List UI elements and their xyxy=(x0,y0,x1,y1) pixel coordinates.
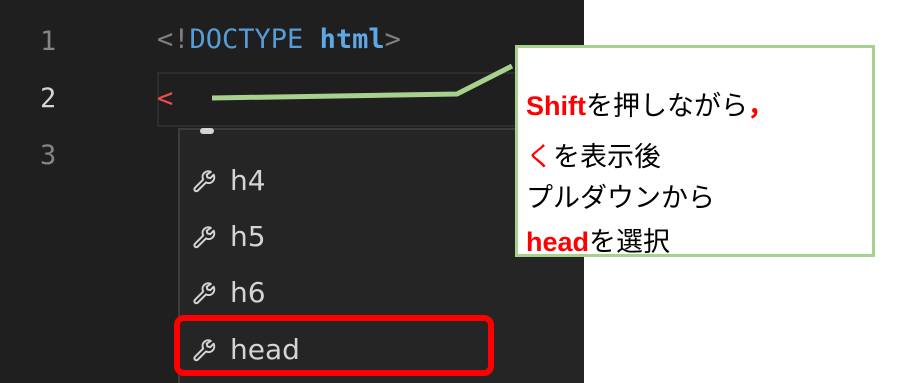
callout-text: を表示後 xyxy=(553,142,661,172)
tag-close-punct: > xyxy=(384,24,401,55)
shift-key-label: Shift xyxy=(526,91,586,121)
suggestion-label: h6 xyxy=(230,275,266,309)
html-keyword: html xyxy=(319,24,385,55)
head-highlight-box xyxy=(174,315,494,376)
suggestion-label: h5 xyxy=(230,219,266,253)
tag-open-punct: <! xyxy=(157,24,190,55)
callout-text: を選択 xyxy=(589,227,671,257)
line-number-2: 2 xyxy=(40,83,57,114)
suggestion-item-h5[interactable]: h5 xyxy=(190,210,266,262)
callout-line-4: headを選択 xyxy=(526,220,670,259)
wrench-icon xyxy=(193,170,216,193)
callout-pointer-line xyxy=(212,63,514,101)
callout-line-2: くを表示後 xyxy=(526,135,661,174)
line-number-3: 3 xyxy=(40,140,57,171)
comma-key-label: ， xyxy=(748,91,775,121)
wrench-icon xyxy=(193,282,216,305)
suggestion-item-h4[interactable]: h4 xyxy=(190,154,266,206)
code-line-1: <!DOCTYPE html> xyxy=(157,24,401,55)
typed-angle-bracket: < xyxy=(157,83,174,114)
head-label: head xyxy=(526,227,590,257)
suggestion-item-h6[interactable]: h6 xyxy=(190,266,266,318)
suggestion-label: h4 xyxy=(230,163,266,197)
doctype-keyword: DOCTYPE xyxy=(189,24,304,55)
wrench-icon xyxy=(193,226,216,249)
callout-line-3: プルダウンから xyxy=(526,183,715,213)
callout-line-1: Shiftを押しながら， xyxy=(526,84,775,123)
callout-text: を押しながら xyxy=(586,91,748,121)
line-number-1: 1 xyxy=(40,26,57,57)
scrolled-item-fragment xyxy=(200,128,214,134)
bracket-label: く xyxy=(526,142,553,172)
instruction-callout: Shiftを押しながら， くを表示後 プルダウンから headを選択 xyxy=(515,45,875,257)
